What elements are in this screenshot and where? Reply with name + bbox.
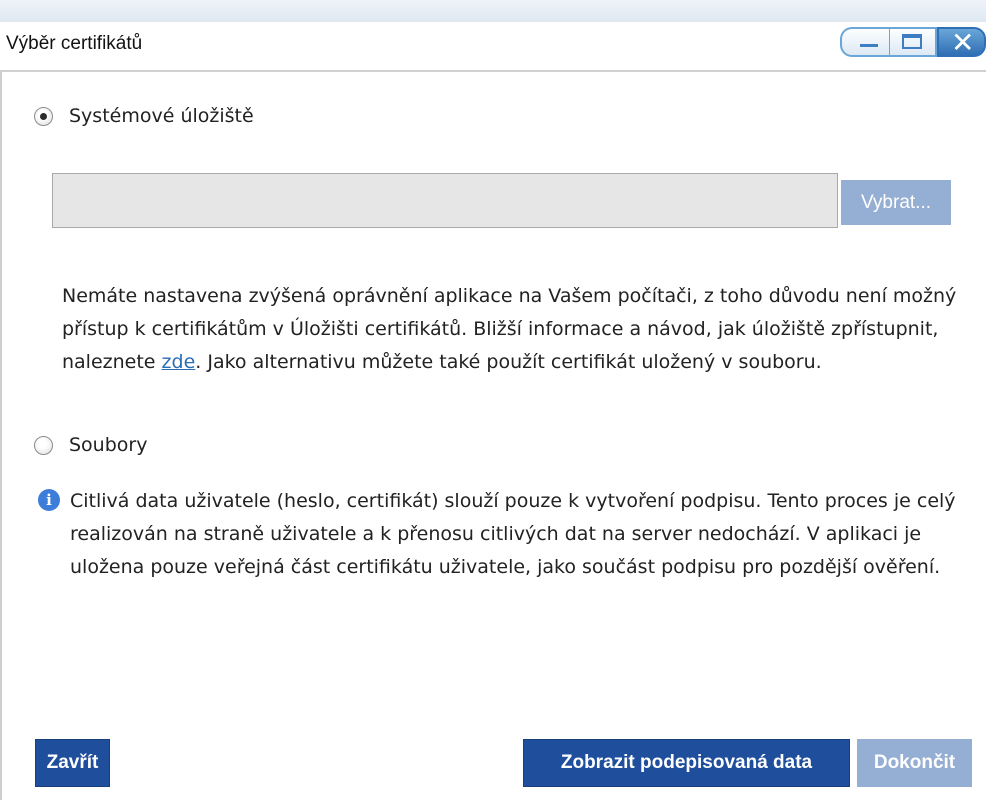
close-icon: ✕ (951, 26, 975, 59)
radio-button-checked[interactable] (34, 106, 53, 126)
maximize-button[interactable] (890, 27, 937, 57)
certificate-path-field (52, 173, 838, 228)
finish-button: Dokončit (857, 739, 972, 787)
titlebar-divider (0, 70, 986, 72)
show-signed-data-button[interactable]: Zobrazit podepisovaná data (523, 739, 850, 787)
close-button[interactable]: Zavřít (35, 739, 110, 787)
close-window-button[interactable]: ✕ (937, 26, 986, 59)
info-icon: i (38, 489, 60, 511)
privacy-note-text: Citlivá data uživatele (heslo, certifiká… (70, 490, 956, 578)
help-link[interactable]: zde (162, 351, 196, 373)
radio-files[interactable]: Soubory (34, 434, 147, 456)
radio-button-unchecked[interactable] (34, 435, 53, 455)
select-button: Vybrat... (841, 180, 951, 225)
radio-system-store-label: Systémové úložiště (69, 105, 254, 127)
radio-system-store[interactable]: Systémové úložiště (34, 105, 254, 127)
maximize-icon (902, 34, 922, 49)
radio-files-label: Soubory (69, 434, 148, 456)
dialog-titlebar: Výběr certifikátů ✕ (0, 22, 986, 70)
dialog-title: Výběr certifikátů (6, 33, 143, 54)
permissions-message-text-end: . Jako alternativu můžete také použít ce… (195, 351, 822, 373)
dialog-left-border (0, 70, 2, 800)
permissions-message: Nemáte nastavena zvýšená oprávnění aplik… (62, 280, 962, 379)
window-top-strip (0, 0, 986, 22)
minimize-button[interactable] (840, 27, 890, 57)
minimize-icon (860, 44, 878, 47)
